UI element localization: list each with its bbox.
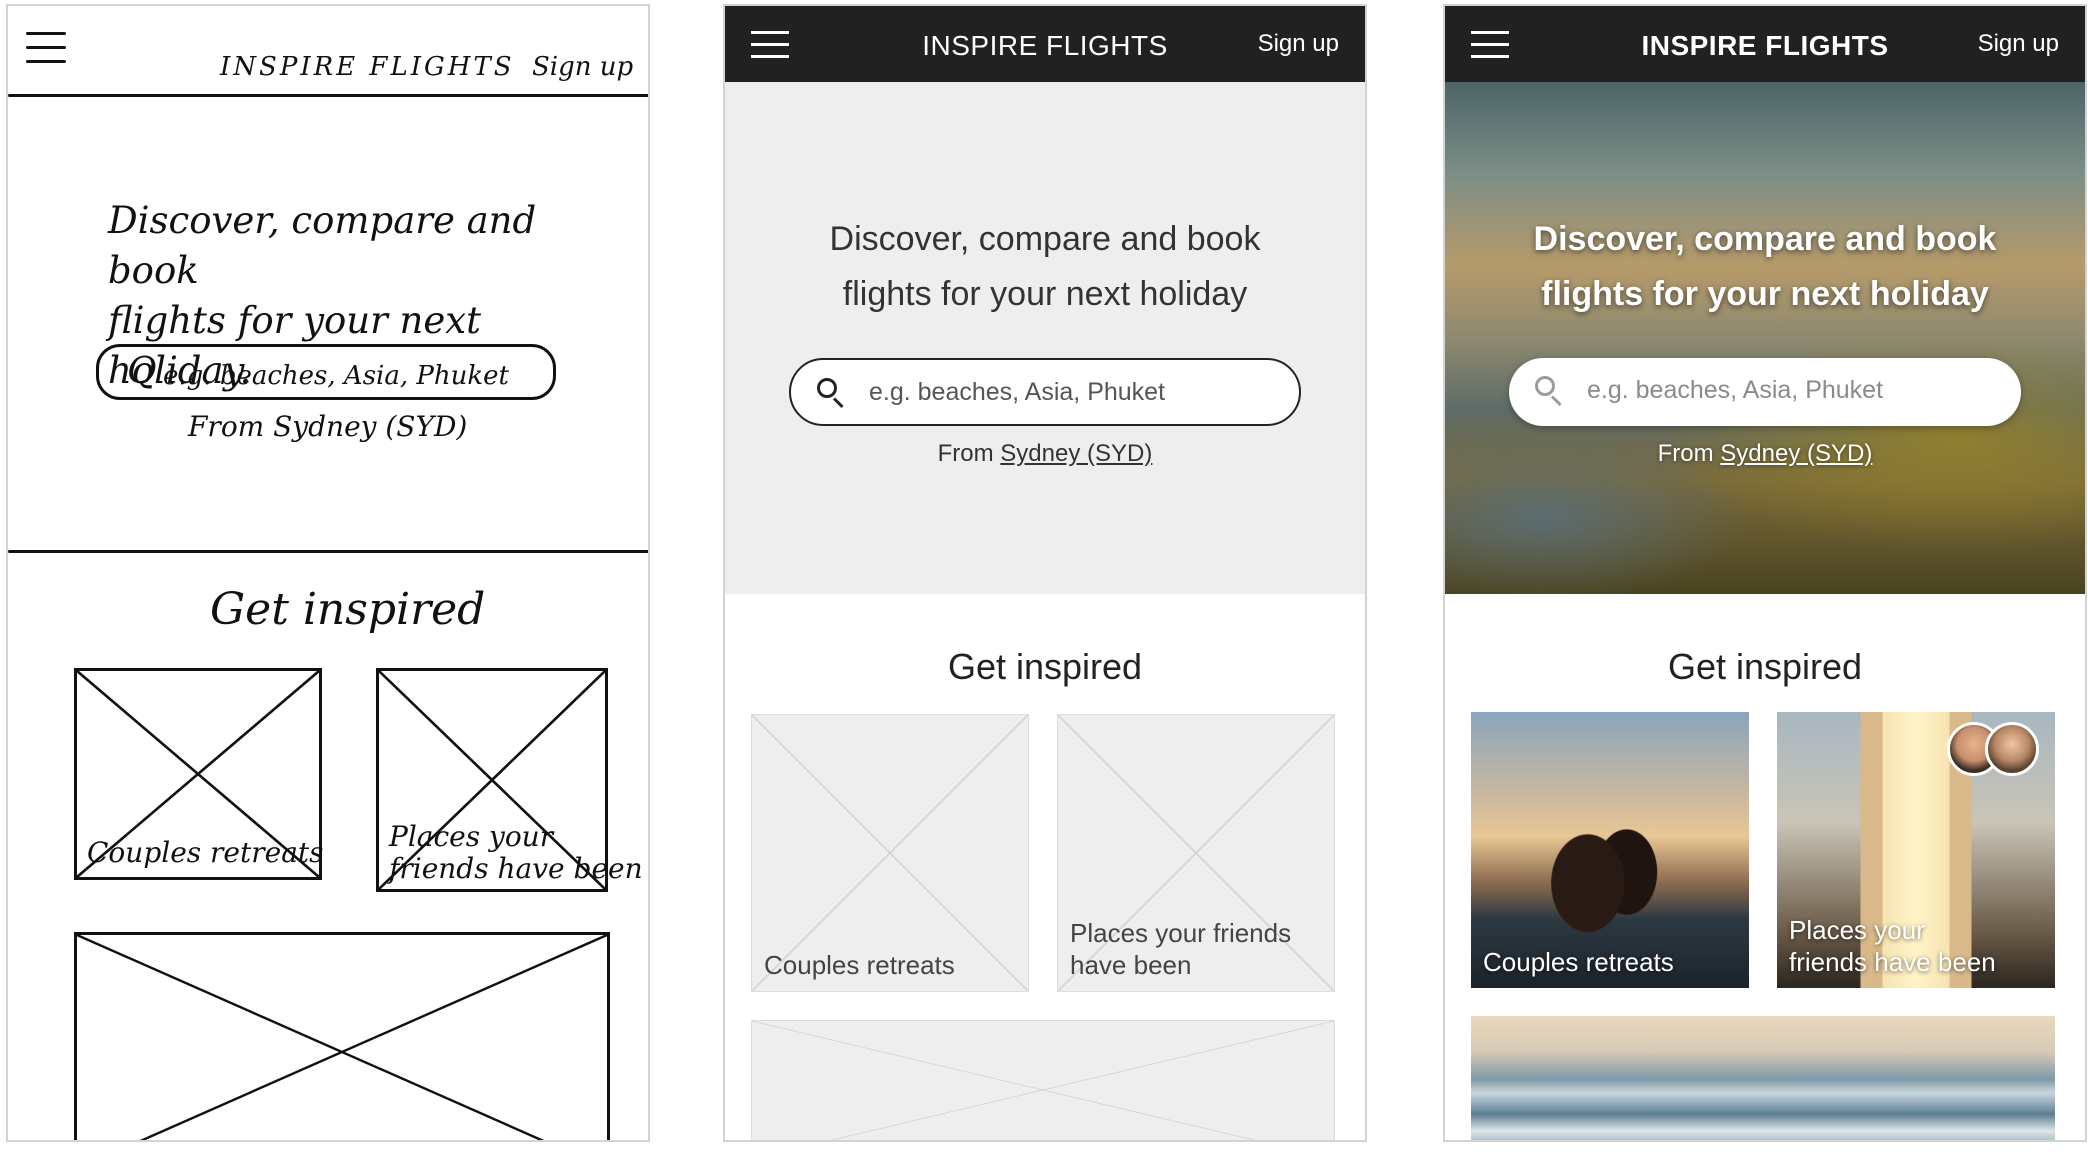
hero-headline-line1: Discover, compare and book xyxy=(108,199,537,292)
card-label-line2: friends have been xyxy=(1789,947,1996,977)
search-placeholder: e.g. beaches, Asia, Phuket xyxy=(1587,376,1884,404)
origin-line: From Sydney (SYD) xyxy=(725,440,1365,468)
search-input[interactable]: e.g. beaches, Asia, Phuket xyxy=(1509,358,2021,426)
card-label: Couples retreats xyxy=(764,950,955,980)
origin-link[interactable]: Sydney (SYD) xyxy=(1000,440,1152,467)
search-input[interactable]: Q e.g. beaches, Asia, Phuket xyxy=(96,344,556,400)
card-label-line2: friends have been xyxy=(389,852,643,885)
card-large-placeholder[interactable] xyxy=(74,932,610,1140)
card-label: Couples retreats xyxy=(1483,947,1674,977)
hero-headline-line2: flights for your next holiday xyxy=(842,275,1248,313)
card-beach-photo[interactable] xyxy=(1471,1016,2055,1140)
origin-link[interactable]: Sydney (SYD) xyxy=(1720,440,1872,467)
top-nav-bar: INSPIRE FLIGHTS Sign up xyxy=(1445,6,2085,82)
card-label: Couples retreats xyxy=(87,836,324,869)
origin-prefix: From xyxy=(1657,440,1714,467)
card-friends-places[interactable]: Places your friends have been xyxy=(1777,712,2055,988)
brand-logo[interactable]: INSPIRE FLIGHTS xyxy=(220,52,515,82)
search-placeholder: e.g. beaches, Asia, Phuket xyxy=(163,361,509,391)
card-friends-places[interactable]: Places your friends have been xyxy=(376,668,643,892)
card-label-line1: Places your friends xyxy=(1070,918,1292,948)
hero-headline: Discover, compare and book flights for y… xyxy=(725,212,1365,322)
search-icon xyxy=(817,378,844,409)
section-title: Get inspired xyxy=(947,646,1143,687)
search-input[interactable]: e.g. beaches, Asia, Phuket xyxy=(789,358,1301,426)
hero-section: Discover, compare and book flights for y… xyxy=(725,82,1365,594)
origin-selector[interactable]: From Sydney (SYD) xyxy=(188,410,467,443)
card-couples-retreats[interactable]: Couples retreats xyxy=(1471,712,1749,988)
card-couples-retreats[interactable]: Couples retreats xyxy=(74,668,324,880)
hero-headline-line1: Discover, compare and book xyxy=(1533,220,1997,258)
hero-headline: Discover, compare and book flights for y… xyxy=(1445,212,2085,322)
hero-headline-line1: Discover, compare and book xyxy=(829,220,1261,258)
hero-section: Discover, compare and book flights for y… xyxy=(1445,82,2085,594)
wireframe-screen: INSPIRE FLIGHTS Sign up Discover, compar… xyxy=(723,4,1367,1142)
origin-prefix: From xyxy=(937,440,994,467)
friend-avatars xyxy=(1947,722,2043,778)
section-title: Get inspired xyxy=(210,584,486,635)
search-placeholder: e.g. beaches, Asia, Phuket xyxy=(869,378,1166,406)
card-label-line1: Places your xyxy=(389,820,554,853)
header-divider xyxy=(8,94,648,97)
card-couples-retreats[interactable]: Couples retreats xyxy=(751,714,1029,992)
hero-headline-line2: flights for your next holiday xyxy=(1541,275,1989,313)
card-label-line1: Places your xyxy=(1789,915,1925,945)
final-design-screen: INSPIRE FLIGHTS Sign up Discover, compar… xyxy=(1443,4,2087,1142)
card-label: Places your friends have been xyxy=(1070,917,1291,981)
avatar xyxy=(1985,722,2039,776)
image-placeholder-icon xyxy=(752,1021,1334,1140)
top-nav-bar: INSPIRE FLIGHTS Sign up xyxy=(725,6,1365,82)
sketch-screen: INSPIRE FLIGHTS Sign up Discover, compar… xyxy=(6,4,650,1142)
hamburger-menu-icon[interactable] xyxy=(26,32,66,74)
section-title: Get inspired xyxy=(1667,646,1863,687)
signup-link[interactable]: Sign up xyxy=(1258,30,1339,58)
card-friends-places[interactable]: Places your friends have been xyxy=(1057,714,1335,992)
card-label: Places your friends have been xyxy=(1789,914,1996,978)
card-label-line2: have been xyxy=(1070,950,1192,980)
search-icon xyxy=(1535,376,1562,407)
origin-line: From Sydney (SYD) xyxy=(1445,440,2085,468)
hero-divider xyxy=(8,550,648,553)
card-label: Places your friends have been xyxy=(389,821,643,885)
signup-link[interactable]: Sign up xyxy=(532,52,633,82)
signup-link[interactable]: Sign up xyxy=(1978,30,2059,58)
search-icon: Q xyxy=(127,351,157,392)
card-large-placeholder[interactable] xyxy=(751,1020,1335,1140)
image-placeholder-icon xyxy=(77,935,607,1140)
